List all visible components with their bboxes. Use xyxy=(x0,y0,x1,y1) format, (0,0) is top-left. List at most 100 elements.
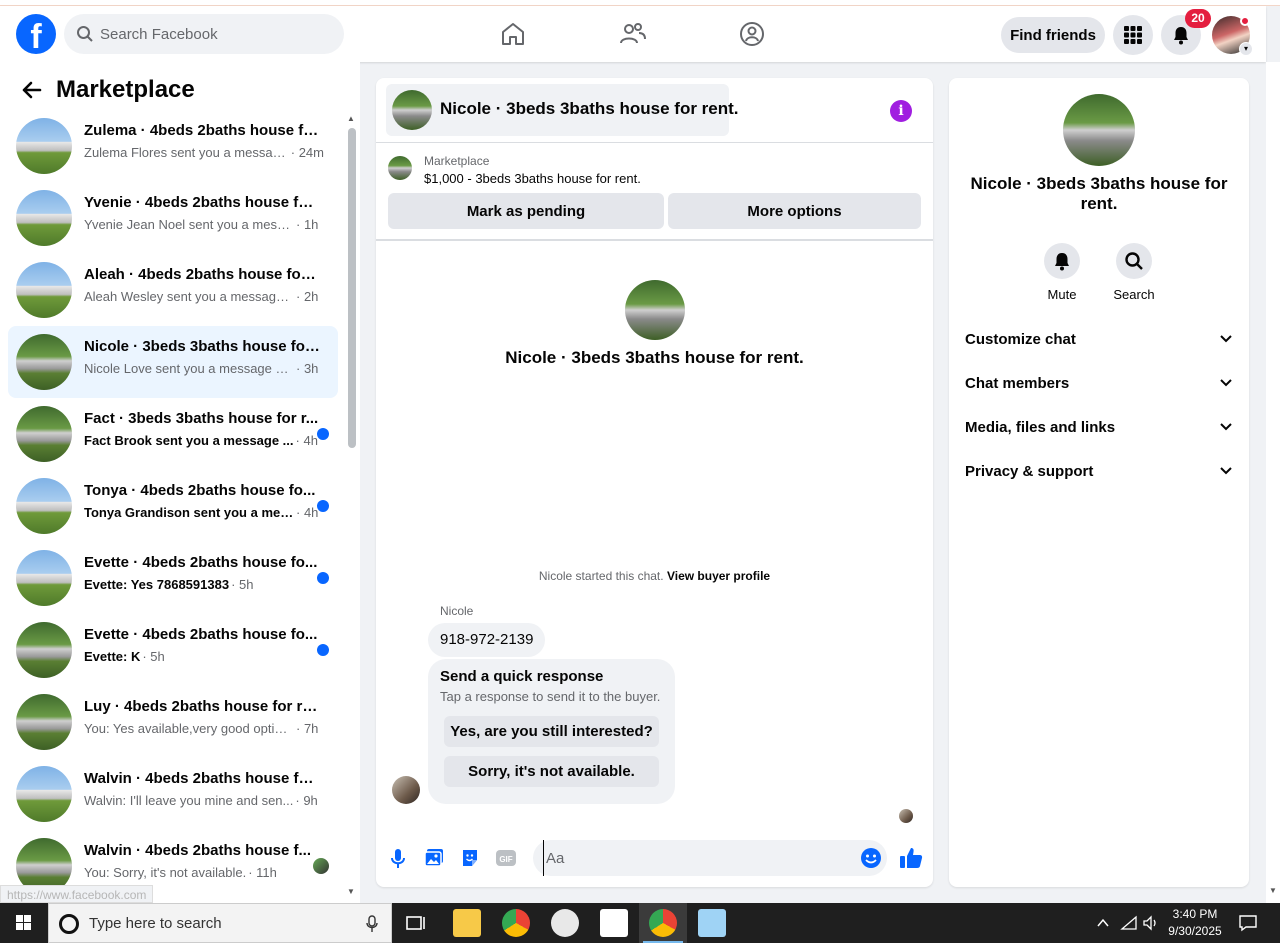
conversation-preview: Fact Brook sent you a message ... · 4h xyxy=(84,433,324,448)
menu-button[interactable] xyxy=(1113,15,1153,55)
sender-avatar[interactable] xyxy=(392,776,420,804)
section-label: Customize chat xyxy=(965,331,1076,348)
remote-desktop-icon[interactable] xyxy=(698,909,726,937)
taskbar-search[interactable]: Type here to search xyxy=(48,903,392,943)
listing-thumbnail xyxy=(16,262,72,318)
scrollbar-thumb[interactable] xyxy=(348,128,356,448)
preview-time: · 2h xyxy=(296,289,319,304)
preview-time: · 5h xyxy=(142,649,165,664)
mute-action[interactable]: Mute xyxy=(1032,243,1092,302)
message-input[interactable] xyxy=(543,840,843,876)
more-options-button[interactable]: More options xyxy=(668,193,921,229)
facebook-search[interactable] xyxy=(64,14,344,54)
section-chat-members[interactable]: Chat members xyxy=(957,362,1241,406)
conversation-item[interactable]: Zulema · 4beds 2baths house fo... Zulema … xyxy=(8,110,338,182)
quick-response-still-interested[interactable]: Yes, are you still interested? xyxy=(444,716,659,747)
gif-icon[interactable]: GIF xyxy=(495,847,517,869)
listing-price[interactable]: $1,000 - 3beds 3baths house for rent. xyxy=(424,171,641,186)
page-scrollbar[interactable]: ▼ xyxy=(1266,62,1280,903)
app-icon[interactable] xyxy=(551,909,579,937)
notification-count-badge: 20 xyxy=(1185,9,1211,28)
search-action[interactable]: Search xyxy=(1104,243,1164,302)
chat-header[interactable]: Nicole · 3beds 3baths house for rent. xyxy=(386,84,739,136)
unread-indicator xyxy=(317,572,329,584)
account-avatar[interactable]: ▾ xyxy=(1212,16,1253,56)
preview-time: · 24m xyxy=(290,145,324,160)
sidebar-header: Marketplace xyxy=(16,74,195,106)
message-bubble[interactable]: 918-972-2139 xyxy=(428,623,546,657)
conversation-item[interactable]: Aleah · 4beds 2baths house for r... Aleah… xyxy=(8,254,338,326)
network-icon[interactable] xyxy=(1120,915,1138,931)
listing-thumbnail xyxy=(16,334,72,390)
conversation-preview: You: Sorry, it's not available. · 11h xyxy=(84,865,324,880)
preview-message: Aleah Wesley sent you a message a... xyxy=(84,289,294,304)
scroll-down-icon[interactable]: ▼ xyxy=(1269,886,1277,895)
conversation-item[interactable]: Yvenie · 4beds 2baths house for ... Yveni… xyxy=(8,182,338,254)
quick-response-subtitle: Tap a response to send it to the buyer. xyxy=(440,689,661,704)
scroll-up-icon[interactable]: ▲ xyxy=(347,114,355,123)
conversation-item[interactable]: Walvin · 4beds 2baths house for... Walvin… xyxy=(8,758,338,830)
sticky-notes-icon[interactable] xyxy=(600,909,628,937)
chrome-icon[interactable] xyxy=(649,909,677,937)
groups-icon[interactable] xyxy=(738,20,766,48)
section-customize-chat[interactable]: Customize chat xyxy=(957,318,1241,362)
conversation-title: Nicole · 3beds 3baths house for rent. xyxy=(505,348,804,367)
home-icon[interactable] xyxy=(499,20,527,48)
notification-center-icon[interactable] xyxy=(1238,914,1258,932)
section-media-files-links[interactable]: Media, files and links xyxy=(957,406,1241,450)
conversation-item[interactable]: Evette · 4beds 2baths house fo... Evette:… xyxy=(8,614,338,686)
conversation-item[interactable]: Evette · 4beds 2baths house fo... Evette:… xyxy=(8,542,338,614)
view-buyer-profile-link[interactable]: View buyer profile xyxy=(667,569,770,583)
section-label: Privacy & support xyxy=(965,463,1094,480)
status-dot xyxy=(1240,16,1250,26)
microphone-icon[interactable] xyxy=(365,915,379,933)
friends-icon[interactable] xyxy=(619,20,647,48)
volume-icon[interactable] xyxy=(1142,915,1160,931)
conversation-item[interactable]: Nicole · 3beds 3baths house for ... Nicol… xyxy=(8,326,338,398)
emoji-icon[interactable] xyxy=(860,847,882,869)
thumbs-up-icon[interactable] xyxy=(898,845,924,871)
preview-message: Tonya Grandison sent you a mes... xyxy=(84,505,294,520)
microphone-icon[interactable] xyxy=(387,847,409,869)
preview-time: · 1h xyxy=(296,217,319,232)
unread-indicator xyxy=(317,428,329,440)
conversation-preview: Aleah Wesley sent you a message a... · 2h xyxy=(84,289,324,304)
conversation-item[interactable]: Fact · 3beds 3baths house for r... Fact B… xyxy=(8,398,338,470)
info-icon[interactable]: i xyxy=(890,100,912,122)
task-view-icon[interactable] xyxy=(404,913,428,933)
quick-response-not-available[interactable]: Sorry, it's not available. xyxy=(444,756,659,787)
mark-as-pending-button[interactable]: Mark as pending xyxy=(388,193,664,229)
divider xyxy=(376,142,933,143)
preview-message: Evette: K xyxy=(84,649,141,664)
preview-message: You: Yes available,very good option... xyxy=(84,721,294,736)
sidebar-scrollbar[interactable]: ▲ ▼ xyxy=(346,112,356,897)
search-button[interactable] xyxy=(1116,243,1152,279)
taskbar-search-placeholder: Type here to search xyxy=(89,915,222,932)
preview-time: · 11h xyxy=(248,865,277,880)
conversation-preview: Walvin: I'll leave you mine and sen... · … xyxy=(84,793,324,808)
message-composer[interactable] xyxy=(533,840,887,876)
photo-icon[interactable] xyxy=(423,847,445,869)
conversation-preview: Yvenie Jean Noel sent you a messa... · 1h xyxy=(84,217,324,232)
facebook-logo-icon[interactable]: f xyxy=(16,14,56,54)
system-clock[interactable]: 3:40 PM 9/30/2025 xyxy=(1160,906,1230,940)
conversation-item[interactable]: Tonya · 4beds 2baths house fo... Tonya Gr… xyxy=(8,470,338,542)
scroll-down-icon[interactable]: ▼ xyxy=(347,887,355,896)
conversation-title: Yvenie · 4beds 2baths house for ... xyxy=(84,194,320,211)
clock-time: 3:40 PM xyxy=(1172,907,1218,921)
preview-message: Walvin: I'll leave you mine and sen... xyxy=(84,793,294,808)
back-arrow-icon[interactable] xyxy=(16,74,48,106)
listing-thumbnail[interactable] xyxy=(388,156,412,180)
search-input[interactable] xyxy=(100,14,336,54)
chrome-profile-icon[interactable] xyxy=(502,909,530,937)
mute-button[interactable] xyxy=(1044,243,1080,279)
section-privacy-support[interactable]: Privacy & support xyxy=(957,450,1241,494)
start-button[interactable] xyxy=(0,903,48,943)
info-avatar[interactable] xyxy=(1063,94,1135,166)
info-title: Nicole · 3beds 3baths house for rent. xyxy=(970,174,1228,213)
sticker-icon[interactable] xyxy=(459,847,481,869)
find-friends-button[interactable]: Find friends xyxy=(1001,17,1105,53)
conversation-item[interactable]: Luy · 4beds 2baths house for rent. You: Y… xyxy=(8,686,338,758)
chevron-up-icon[interactable] xyxy=(1096,917,1110,929)
file-explorer-icon[interactable] xyxy=(453,909,481,937)
